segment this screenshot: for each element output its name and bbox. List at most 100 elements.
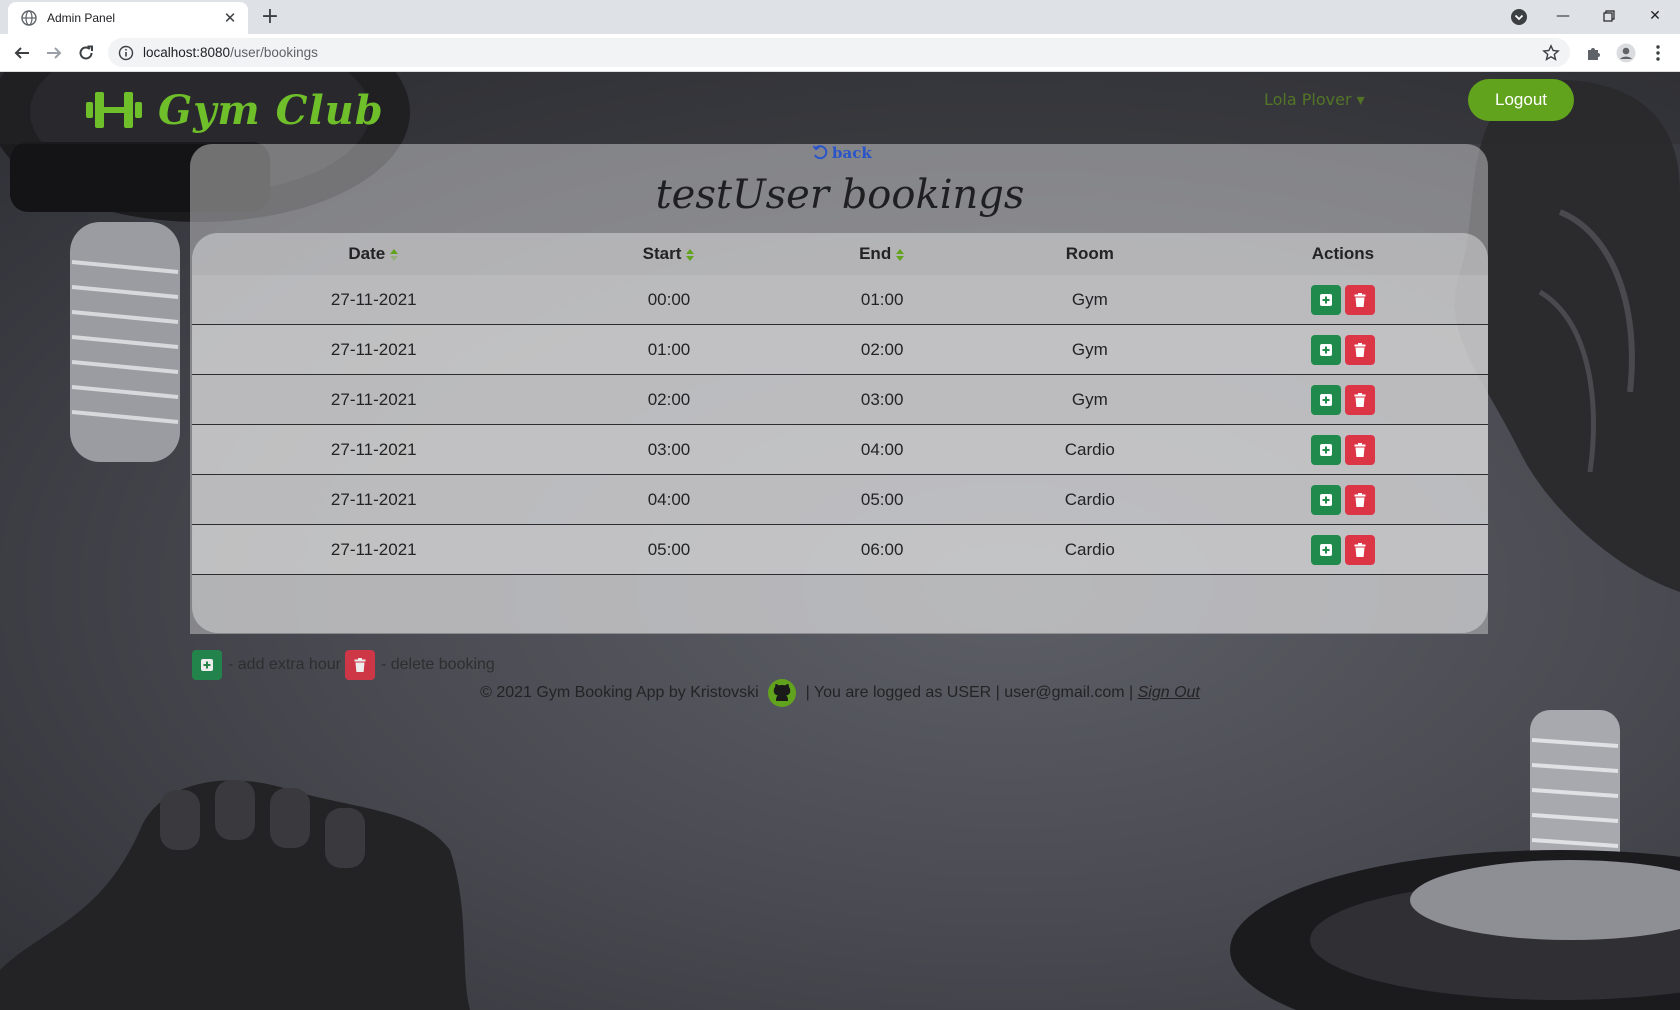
cell-room: Cardio [981,424,1198,475]
browser-toolbar: localhost:8080/user/bookings [0,34,1680,72]
restore-button[interactable] [1586,0,1632,32]
sort-arrows-icon[interactable] [389,248,399,262]
browser-tab-strip: Admin Panel ✕ + — ✕ [0,0,1680,34]
cell-start: 04:00 [555,474,783,525]
tab-search-icon[interactable] [1510,8,1528,26]
actions-legend: - add extra hour - delete booking [192,650,495,680]
footer-copyright: © 2021 Gym Booking App by Kristovski [480,684,759,702]
bookmark-star-icon[interactable] [1542,44,1560,62]
cell-start: 05:00 [555,524,783,575]
trash-icon [1354,292,1366,307]
trash-icon [1354,342,1366,357]
cell-room: Cardio [981,524,1198,575]
new-tab-button[interactable]: + [258,6,282,30]
page-footer: © 2021 Gym Booking App by Kristovski | Y… [0,678,1680,708]
glove-image-bottom-left [0,780,470,1010]
sort-arrows-icon[interactable] [895,248,905,262]
table-row: 27-11-2021 00:00 01:00 Gym [192,275,1488,325]
url-path: /user/bookings [230,45,318,60]
add-extra-hour-button[interactable] [1310,534,1341,565]
cell-date: 27-11-2021 [192,374,556,425]
delete-legend-icon [344,650,375,680]
cell-date: 27-11-2021 [192,324,556,375]
column-label-room: Room [1065,244,1114,263]
tab-title: Admin Panel [47,11,116,25]
url-host: localhost:8080 [143,45,231,60]
add-extra-hour-button[interactable] [1310,334,1341,365]
column-header-start[interactable]: Start [556,233,783,275]
cell-start: 03:00 [555,424,783,475]
trash-icon [1354,442,1366,457]
column-label-end: End [859,244,892,263]
cell-end: 05:00 [782,474,982,525]
delete-booking-button[interactable] [1344,384,1375,415]
cell-start: 00:00 [555,275,783,325]
table-row: 27-11-2021 03:00 04:00 Cardio [192,424,1488,475]
column-label-start: Start [642,244,682,263]
cell-date: 27-11-2021 [192,424,556,475]
cell-end: 02:00 [782,324,982,375]
add-extra-hour-button[interactable] [1310,434,1341,465]
close-window-button[interactable]: ✕ [1632,0,1678,32]
sign-out-link[interactable]: Sign Out [1138,684,1200,701]
profile-avatar-icon[interactable] [1616,43,1636,63]
browser-menu-icon[interactable] [1648,43,1668,63]
back-link[interactable]: back [812,144,872,162]
brand-logo[interactable]: Gym Club [84,82,384,138]
reload-icon[interactable] [74,41,98,65]
plus-square-icon [1319,493,1332,506]
forward-arrow-icon[interactable] [42,41,66,65]
cell-start: 02:00 [555,374,783,425]
plus-square-icon [1319,343,1332,356]
plus-square-icon [1319,443,1332,456]
column-header-end[interactable]: End [782,233,981,275]
plus-square-icon [1319,393,1332,406]
cell-room: Gym [981,374,1198,425]
delete-booking-button[interactable] [1344,284,1375,315]
cell-date: 27-11-2021 [192,524,556,575]
add-extra-hour-button[interactable] [1310,384,1341,415]
address-bar[interactable]: localhost:8080/user/bookings [108,38,1570,67]
table-row: 27-11-2021 04:00 05:00 Cardio [192,474,1488,525]
plus-square-icon [1319,293,1332,306]
github-icon[interactable] [767,678,797,708]
user-dropdown[interactable]: Lola Plover ▾ [1264,90,1365,109]
page-title: testUser bookings [655,172,1025,218]
extensions-puzzle-icon[interactable] [1584,43,1604,63]
trash-icon [1354,492,1366,507]
cell-room: Cardio [981,474,1198,525]
add-extra-hour-button[interactable] [1310,284,1341,315]
trash-icon [1354,542,1366,557]
column-header-date[interactable]: Date [192,233,556,275]
delete-booking-button[interactable] [1344,534,1375,565]
globe-icon [21,10,37,26]
cell-actions [1197,424,1488,475]
trash-icon [1354,392,1366,407]
minimize-button[interactable]: — [1540,0,1586,32]
browser-tab[interactable]: Admin Panel ✕ [8,2,248,34]
table-row: 27-11-2021 02:00 03:00 Gym [192,374,1488,425]
delete-booking-button[interactable] [1344,484,1375,515]
column-label-actions: Actions [1311,244,1375,263]
sort-arrows-icon[interactable] [685,248,695,262]
cell-actions [1197,474,1488,525]
add-extra-hour-button[interactable] [1310,484,1341,515]
dumbbell-image-bottom-right [1230,710,1680,1010]
info-icon[interactable] [118,45,134,61]
table-row: 27-11-2021 05:00 06:00 Cardio [192,524,1488,575]
add-hour-legend-text: - add extra hour [228,656,341,673]
back-arrow-icon[interactable] [10,41,34,65]
delete-booking-button[interactable] [1344,434,1375,465]
column-label-date: Date [348,244,386,263]
delete-booking-button[interactable] [1344,334,1375,365]
column-header-room: Room [982,233,1198,275]
cell-actions [1197,324,1488,375]
cell-room: Gym [981,275,1198,325]
cell-end: 01:00 [782,275,982,325]
footer-login-info: | You are logged as USER | user@gmail.co… [805,684,1134,702]
cell-date: 27-11-2021 [192,474,556,525]
cell-start: 01:00 [555,324,783,375]
cell-end: 06:00 [782,524,982,575]
logout-button[interactable]: Logout [1468,79,1574,121]
close-tab-icon[interactable]: ✕ [222,9,238,27]
